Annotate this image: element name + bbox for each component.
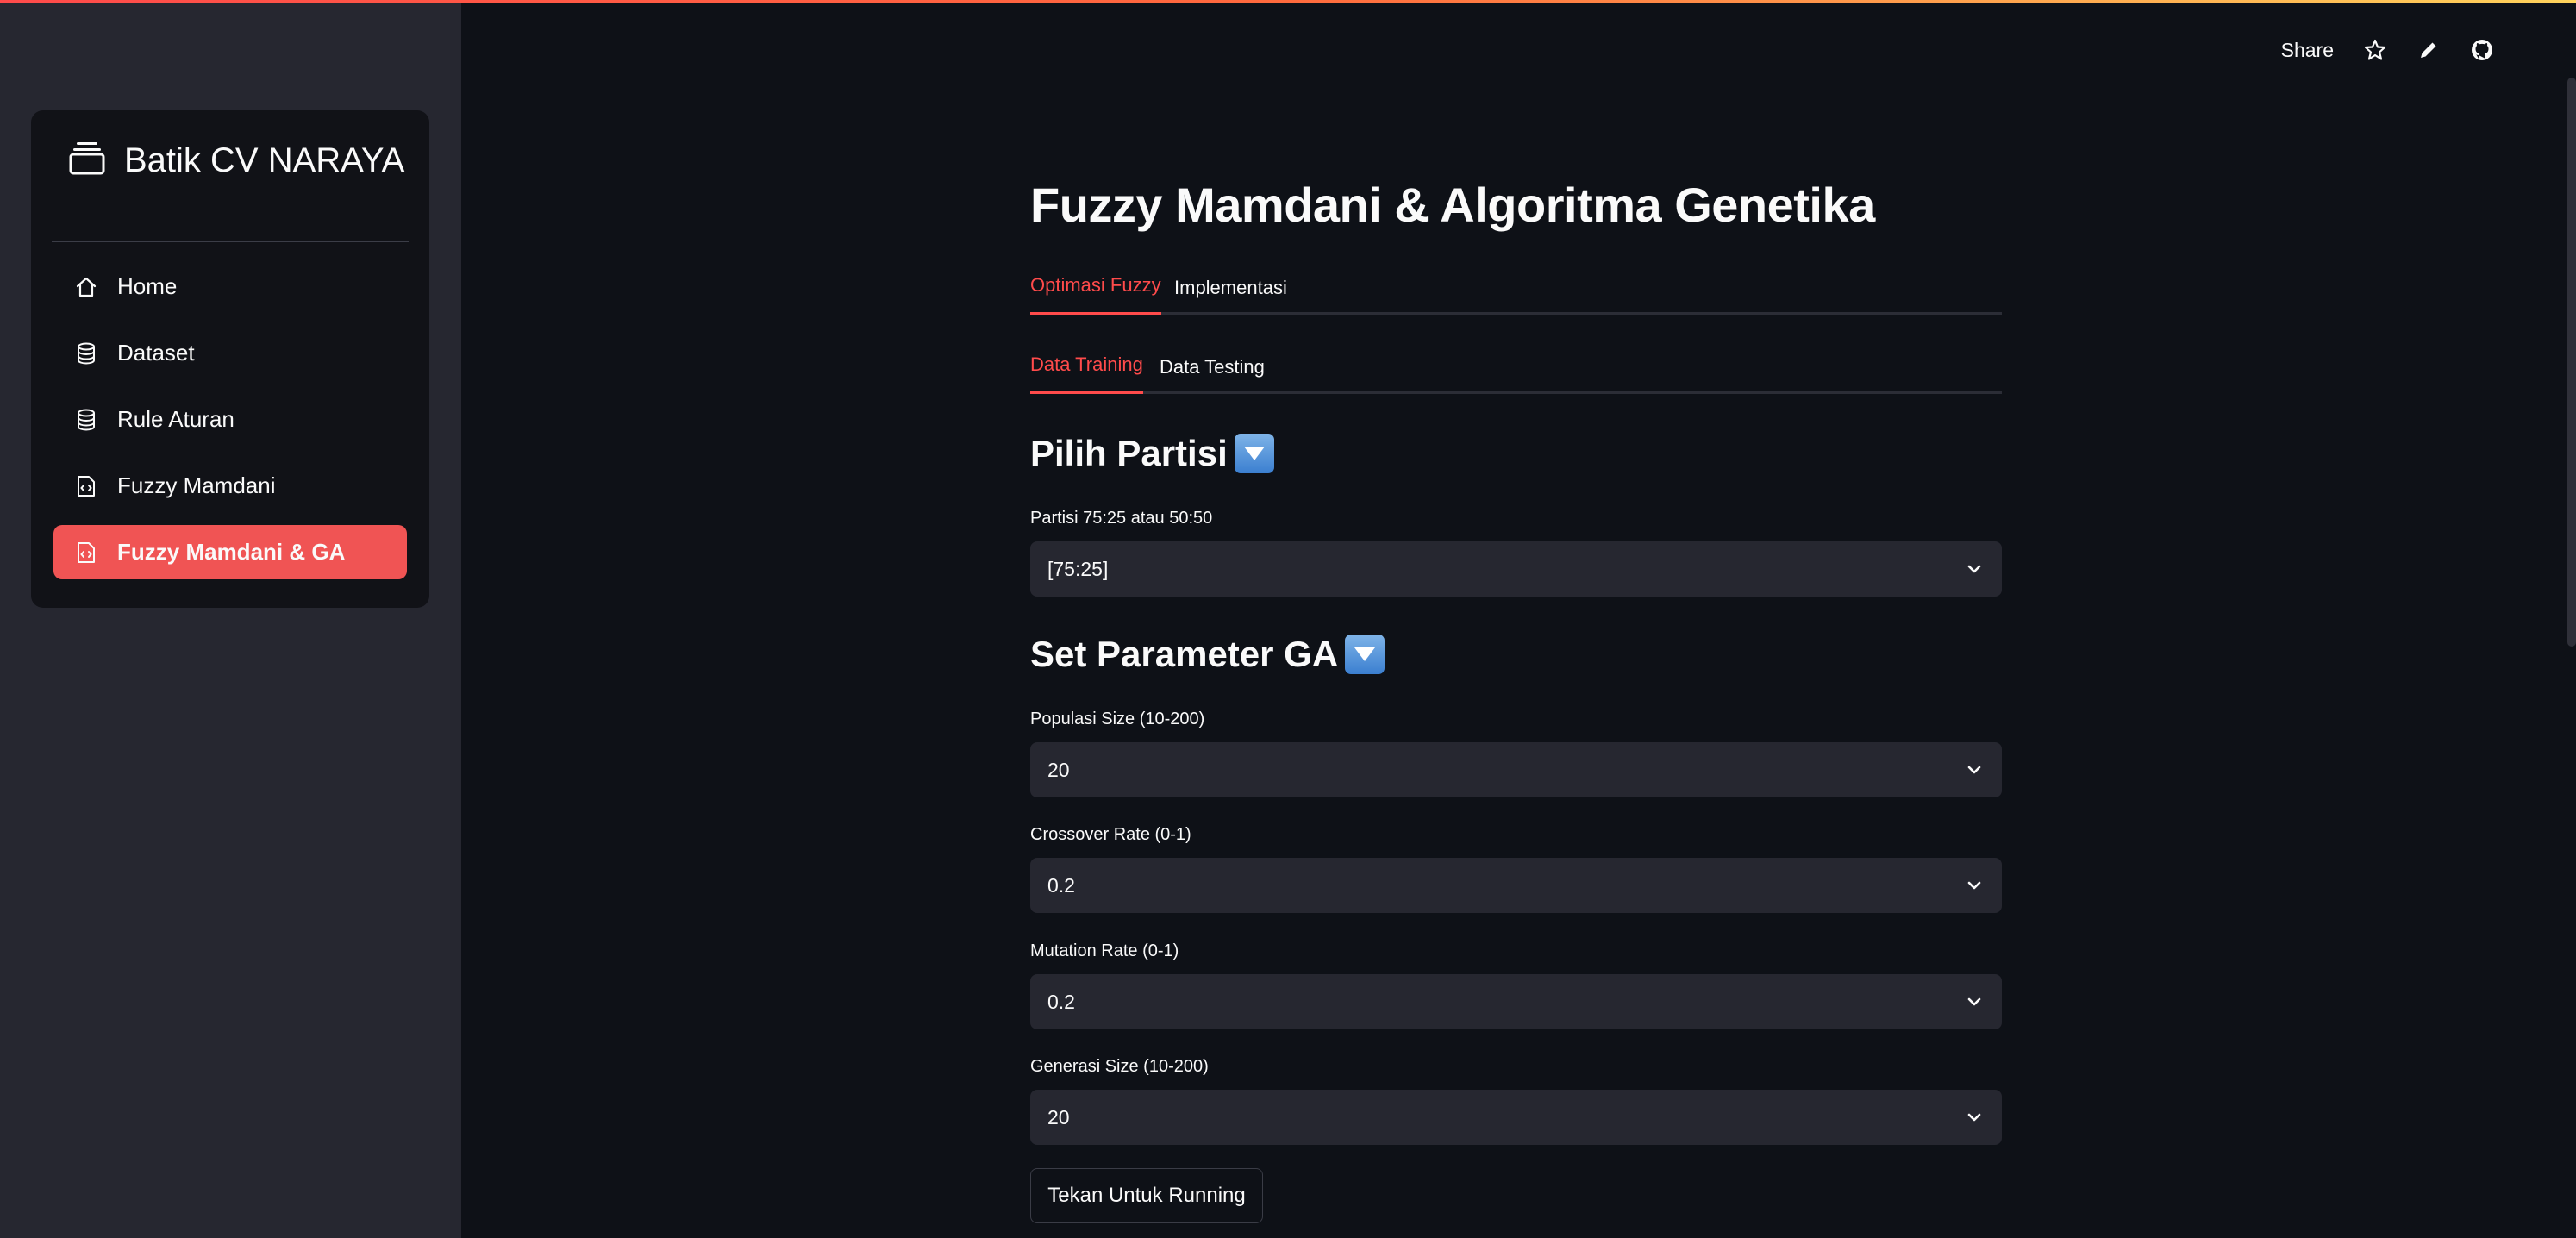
database-icon — [78, 409, 95, 431]
sidebar-item-fuzzy-mamdani[interactable]: Fuzzy Mamdani — [53, 459, 407, 513]
populasi-size-value: 20 — [1047, 758, 1070, 781]
chevron-down-icon — [1967, 565, 1981, 573]
ga-heading-text: Set Parameter GA — [1030, 634, 1339, 674]
down-arrow-icon — [1234, 434, 1274, 473]
github-icon[interactable] — [2470, 38, 2494, 62]
chevron-down-icon — [1967, 1113, 1981, 1122]
sidebar-item-rule-aturan[interactable]: Rule Aturan — [53, 392, 407, 447]
page-title: Fuzzy Mamdani & Algoritma Genetika — [1030, 178, 1875, 232]
brand-name: Batik CV NARAYA — [124, 141, 405, 179]
crossover-rate-select[interactable]: 0.2 — [1030, 858, 2002, 913]
sidebar-item-home[interactable]: Home — [53, 259, 407, 314]
generasi-size-select[interactable]: 20 — [1030, 1090, 2002, 1145]
down-arrow-icon — [1345, 635, 1385, 674]
partisi-heading-text: Pilih Partisi — [1030, 433, 1228, 473]
code-file-icon — [78, 541, 95, 563]
option-menu: Batik CV NARAYA Home Dataset Rule Aturan… — [31, 110, 429, 608]
menu-title: Batik CV NARAYA — [69, 136, 405, 185]
generasi-size-value: 20 — [1047, 1105, 1070, 1129]
chevron-down-icon — [1967, 997, 1981, 1006]
partisi-select-value: [75:25] — [1047, 557, 1109, 580]
chevron-down-icon — [1967, 766, 1981, 774]
populasi-size-select[interactable]: 20 — [1030, 742, 2002, 797]
app-toolbar: Share — [2281, 33, 2494, 67]
crossover-rate-label: Crossover Rate (0-1) — [1030, 825, 1191, 844]
page-scrollbar[interactable] — [2567, 78, 2576, 647]
home-icon — [76, 277, 97, 297]
mutation-rate-label: Mutation Rate (0-1) — [1030, 941, 1179, 960]
top-decoration-bar — [0, 0, 2576, 3]
sidebar-item-label: Home — [117, 273, 178, 299]
sidebar-item-label: Fuzzy Mamdani & GA — [117, 539, 346, 565]
ga-heading: Set Parameter GA — [1030, 634, 1385, 675]
partisi-select[interactable]: [75:25] — [1030, 541, 2002, 597]
sidebar-item-label: Fuzzy Mamdani — [117, 472, 276, 498]
tab-data-training[interactable]: Data Training — [1030, 353, 1143, 394]
tab-implementasi[interactable]: Implementasi — [1174, 277, 1287, 315]
sidebar-item-label: Rule Aturan — [117, 406, 234, 432]
partisi-label: Partisi 75:25 atau 50:50 — [1030, 509, 1213, 528]
main-tabs: Optimasi Fuzzy Implementasi — [1030, 263, 2002, 315]
database-icon — [78, 342, 95, 365]
sub-tabs: Data Training Data Testing — [1030, 342, 2002, 394]
tab-data-testing[interactable]: Data Testing — [1160, 356, 1265, 394]
share-button[interactable]: Share — [2281, 39, 2334, 62]
pencil-icon[interactable] — [2417, 38, 2441, 62]
sidebar: Batik CV NARAYA Home Dataset Rule Aturan… — [0, 0, 461, 1238]
sidebar-item-label: Dataset — [117, 340, 195, 366]
sidebar-item-dataset[interactable]: Dataset — [53, 326, 407, 380]
menu-divider — [52, 241, 409, 242]
sidebar-item-fuzzy-mamdani-ga[interactable]: Fuzzy Mamdani & GA — [53, 525, 407, 579]
mutation-rate-value: 0.2 — [1047, 990, 1075, 1013]
tab-optimasi-fuzzy[interactable]: Optimasi Fuzzy — [1030, 274, 1161, 315]
chevron-down-icon — [1967, 881, 1981, 890]
mutation-rate-select[interactable]: 0.2 — [1030, 974, 2002, 1029]
star-icon[interactable] — [2363, 38, 2387, 62]
partisi-heading: Pilih Partisi — [1030, 433, 1274, 474]
run-button[interactable]: Tekan Untuk Running — [1030, 1168, 1263, 1223]
generasi-size-label: Generasi Size (10-200) — [1030, 1057, 1209, 1076]
code-file-icon — [78, 475, 95, 497]
collection-icon — [69, 142, 105, 175]
populasi-size-label: Populasi Size (10-200) — [1030, 710, 1205, 728]
crossover-rate-value: 0.2 — [1047, 873, 1075, 897]
